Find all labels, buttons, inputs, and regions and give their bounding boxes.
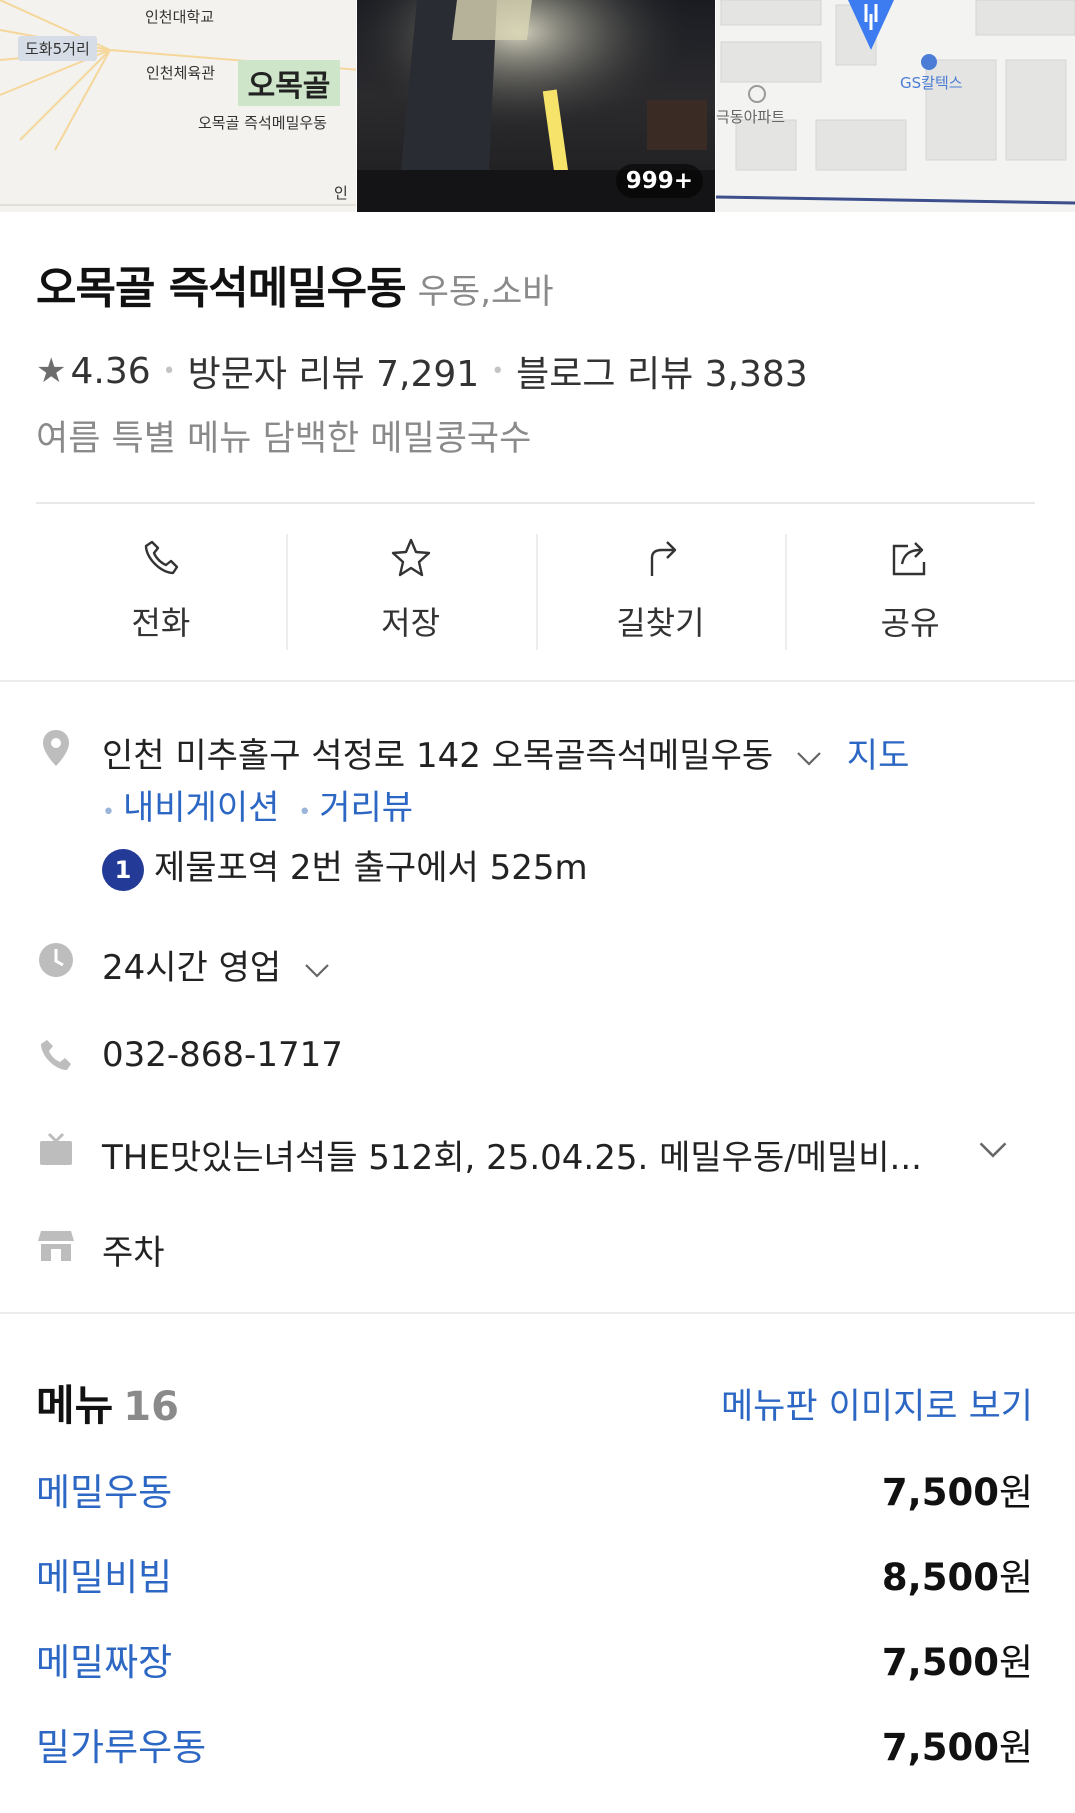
navigation-link[interactable]: 내비게이션 <box>123 788 279 828</box>
menu-item[interactable]: 메밀짜장 7,500원 <box>36 1632 1033 1717</box>
map-link[interactable]: 지도 <box>847 736 910 776</box>
separator-dot: • <box>102 800 115 825</box>
location-map-thumbnail[interactable]: GS칼텍스 극동아파트 <box>716 0 1075 212</box>
menu-item-name[interactable]: 메밀우동 <box>36 1462 172 1516</box>
share-icon <box>892 542 926 576</box>
price-unit: 원 <box>998 1556 1033 1599</box>
menu-count: 16 <box>123 1384 179 1430</box>
title-row: 오목골 즉석메밀우동 우동,소바 <box>36 252 554 316</box>
price-unit: 원 <box>998 1471 1033 1514</box>
separator-dot: • <box>162 358 176 384</box>
divider <box>0 1312 1075 1314</box>
place-category: 우동,소바 <box>417 272 554 312</box>
rating-value: 4.36 <box>70 350 151 392</box>
place-logo-marker: 오목골 <box>238 60 340 106</box>
call-label: 전화 <box>131 604 191 642</box>
phone-icon <box>144 540 179 575</box>
menu-item[interactable]: 밀가루우동 7,500원 <box>36 1717 1033 1802</box>
save-label: 저장 <box>381 604 441 642</box>
chevron-down-icon[interactable] <box>976 1132 1010 1166</box>
menu-title: 메뉴 16 <box>36 1372 179 1433</box>
subway-line-badge: 1 <box>102 848 144 891</box>
share-button[interactable]: 공유 <box>785 530 1035 650</box>
tv-icon <box>40 1132 72 1165</box>
price-unit: 원 <box>998 1641 1033 1684</box>
subway-text: 제물포역 2번 출구에서 525m <box>154 848 588 888</box>
menu-item[interactable]: 메밀우동 7,500원 <box>36 1462 1033 1547</box>
street-view-link[interactable]: 거리뷰 <box>319 788 413 828</box>
place-name: 오목골 즉석메밀우동 <box>36 263 407 314</box>
directions-button[interactable]: 길찾기 <box>535 530 786 650</box>
separator-dot: • <box>491 358 505 384</box>
menu-item-price: 7,500원 <box>882 1632 1033 1686</box>
menu-item-price: 7,500원 <box>882 1717 1033 1771</box>
address-line: 인천 미추홀구 석정로 142 오목골즉석메밀우동 지도 <box>102 728 909 777</box>
tv-text: THE맛있는녀석들 512회, 25.04.25. 메밀우동/메밀비... <box>102 1138 922 1178</box>
blog-reviews-link[interactable]: 블로그 리뷰 3,383 <box>516 345 808 397</box>
hours-line: 24시간 영업 <box>102 940 332 989</box>
price-value: 8,500 <box>881 1556 999 1599</box>
share-label: 공유 <box>880 604 940 642</box>
divider <box>0 680 1075 682</box>
action-bar: 전화 저장 길찾기 공유 <box>36 530 1035 650</box>
separator-dot: • <box>298 800 312 825</box>
map-label: GS칼텍스 <box>900 74 963 92</box>
menu-item-name[interactable]: 메밀비빔 <box>36 1547 172 1601</box>
price-unit: 원 <box>998 1726 1033 1769</box>
menu-item-name[interactable]: 메밀짜장 <box>36 1632 172 1686</box>
address-links: • 내비게이션 • 거리뷰 <box>102 780 413 829</box>
hours-text: 24시간 영업 <box>102 948 282 988</box>
map-label: 오목골 즉석메밀우동 <box>198 114 327 132</box>
directions-label: 길찾기 <box>616 604 705 642</box>
menu-item[interactable]: 메밀비빔 8,500원 <box>36 1547 1033 1632</box>
phone-icon <box>41 1040 71 1070</box>
save-button[interactable]: 저장 <box>285 530 536 650</box>
rating-row: ★ 4.36 • 방문자 리뷰 7,291 • 블로그 리뷰 3,383 <box>36 345 808 397</box>
location-pin-icon <box>43 730 69 766</box>
map-label: 인천대학교 <box>145 8 215 26</box>
divider <box>36 502 1035 504</box>
map-thumbnail[interactable]: 인천대학교 도화5거리 인천체육관 오목골 오목골 즉석메밀우동 인 <box>0 0 356 212</box>
menu-header: 메뉴 16 메뉴판 이미지로 보기 <box>36 1372 1033 1430</box>
price-value: 7,500 <box>881 1726 999 1769</box>
price-value: 7,500 <box>881 1641 999 1684</box>
menu-title-text: 메뉴 <box>36 1381 114 1430</box>
clock-icon <box>39 943 73 977</box>
menu-item-price: 8,500원 <box>882 1547 1033 1601</box>
price-value: 7,500 <box>881 1471 999 1514</box>
call-button[interactable]: 전화 <box>36 530 286 650</box>
store-icon <box>38 1231 74 1261</box>
place-tagline: 여름 특별 메뉴 담백한 메밀콩국수 <box>36 419 532 459</box>
map-label: 극동아파트 <box>716 108 786 126</box>
star-icon <box>391 538 430 577</box>
chevron-down-icon[interactable] <box>794 743 824 773</box>
menu-board-link[interactable]: 메뉴판 이미지로 보기 <box>721 1378 1033 1429</box>
menu-item-price: 7,500원 <box>882 1462 1033 1516</box>
phone-number[interactable]: 032-868-1717 <box>102 1035 343 1075</box>
menu-list: 메밀우동 7,500원 메밀비빔 8,500원 메밀짜장 7,500원 밀가루우… <box>36 1462 1033 1802</box>
map-label: 인천체육관 <box>146 64 216 82</box>
storefront-photo[interactable]: 999+ <box>357 0 715 212</box>
directions-icon <box>651 541 677 576</box>
parking-text: 주차 <box>102 1233 165 1273</box>
map-roads-graphic <box>0 0 356 206</box>
map-label: 인 <box>334 184 348 202</box>
subway-row: 1 제물포역 2번 출구에서 525m <box>102 840 588 891</box>
photo-count-badge: 999+ <box>615 164 703 198</box>
star-icon: ★ <box>36 351 67 391</box>
chevron-down-icon[interactable] <box>302 955 332 985</box>
address-text: 인천 미추홀구 석정로 142 오목골즉석메밀우동 <box>102 736 774 776</box>
photo-strip[interactable]: 인천대학교 도화5거리 인천체육관 오목골 오목골 즉석메밀우동 인 999+ <box>0 0 1075 212</box>
menu-item-name[interactable]: 밀가루우동 <box>36 1717 206 1771</box>
visitor-reviews-link[interactable]: 방문자 리뷰 7,291 <box>188 345 480 397</box>
map-label-badge: 도화5거리 <box>18 36 97 61</box>
